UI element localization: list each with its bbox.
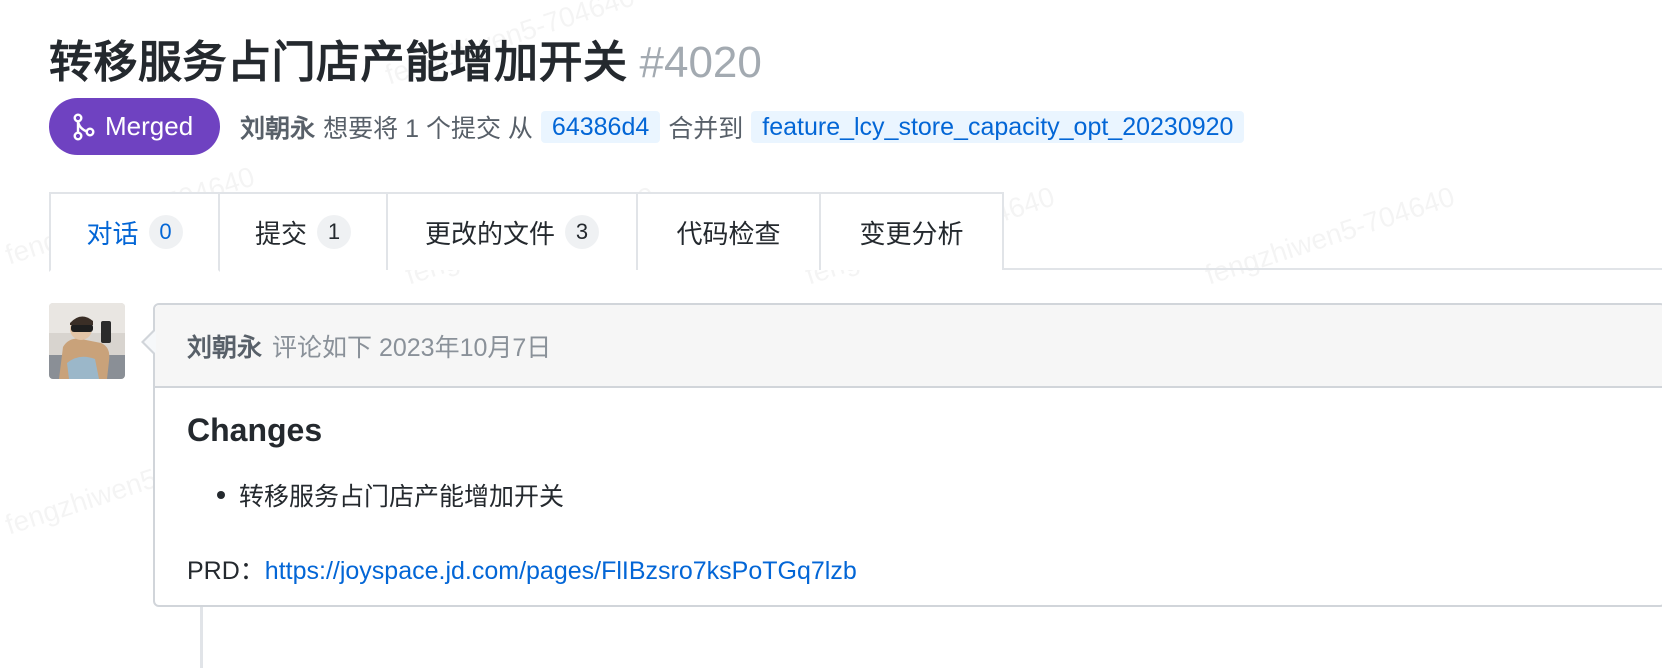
tab-counter: 3 [565, 215, 599, 249]
comment-heading: Changes [187, 412, 323, 448]
prd-row: PRD：https://joyspace.jd.com/pages/FlIBzs… [187, 551, 1632, 587]
comment-body: Changes 转移服务占门店产能增加开关 PRD：https://joyspa… [155, 412, 1662, 587]
comment-header: 刘朝永 评论如下 2023年10月7日 [155, 305, 1662, 388]
tab-conversation[interactable]: 对话 0 [49, 192, 220, 272]
tab-files-changed[interactable]: 更改的文件 3 [388, 192, 638, 270]
tab-label: 更改的文件 [424, 218, 555, 249]
comment-pointer-inner [144, 330, 156, 354]
prd-link[interactable]: https://joyspace.jd.com/pages/FlIBzsro7k… [265, 557, 857, 585]
tab-label: 提交 [254, 218, 307, 249]
pull-request-page: fengzhiwen5-704640 fengzhiwen5-704640 fe… [0, 0, 1662, 668]
comment-bullet-list: 转移服务占门店产能增加开关 [187, 477, 1632, 513]
tab-label: 变更分析 [859, 218, 964, 249]
prd-label: PRD： [187, 557, 265, 585]
tab-label: 对话 [86, 218, 139, 249]
merged-status-label: Merged [105, 111, 194, 141]
comment-meta: 评论如下 2023年10月7日 [272, 333, 552, 362]
pr-tabs: 对话 0 提交 1 更改的文件 3 代码检查 变更分析 [49, 192, 1662, 272]
pr-merge-into-text: 合并到 [668, 114, 744, 143]
comment-box: 刘朝永 评论如下 2023年10月7日 Changes 转移服务占门店产能增加开… [153, 303, 1662, 607]
pr-title-row: 转移服务占门店产能增加开关 #4020 [49, 26, 762, 90]
merged-status-badge: Merged [49, 98, 221, 155]
target-branch-tag[interactable]: feature_lcy_store_capacity_opt_20230920 [751, 110, 1245, 143]
tab-counter: 1 [317, 215, 351, 249]
pr-title: 转移服务占门店产能增加开关 [49, 38, 628, 87]
pr-number: #4020 [639, 38, 762, 87]
timeline-line [200, 607, 203, 668]
tab-code-review[interactable]: 代码检查 [638, 192, 821, 270]
list-item: 转移服务占门店产能增加开关 [217, 477, 1632, 513]
git-merge-icon [73, 113, 95, 141]
pr-meta-row: Merged 刘朝永 想要将 1 个提交 从 64386d4 合并到 featu… [49, 98, 1252, 155]
comment-author-link[interactable]: 刘朝永 [187, 328, 262, 364]
pr-author-link[interactable]: 刘朝永 [240, 109, 315, 145]
tab-label: 代码检查 [676, 218, 781, 249]
avatar[interactable] [49, 303, 125, 379]
tab-change-analysis[interactable]: 变更分析 [821, 192, 1004, 270]
tab-commits[interactable]: 提交 1 [220, 192, 388, 270]
pr-summary-text: 想要将 1 个提交 从 [323, 114, 533, 143]
source-branch-tag[interactable]: 64386d4 [540, 110, 661, 143]
tab-counter: 0 [148, 215, 183, 249]
